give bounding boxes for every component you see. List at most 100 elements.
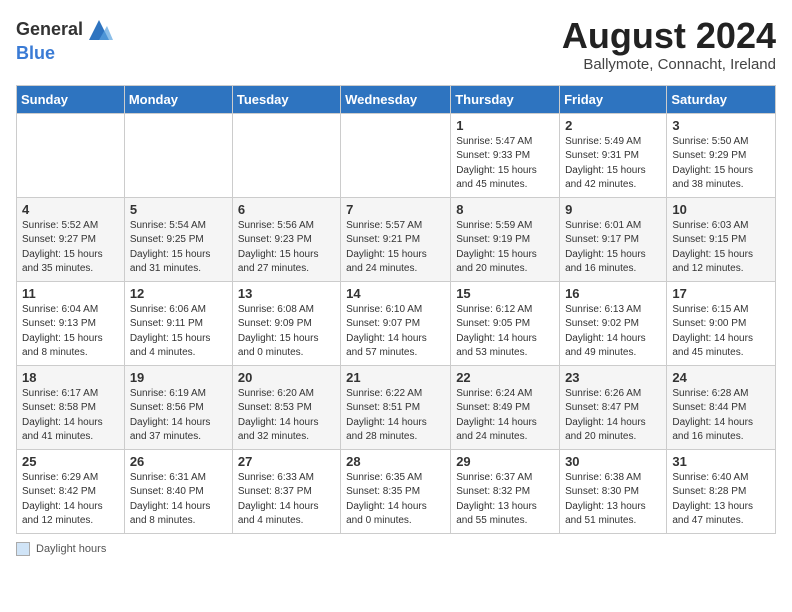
day-number: 12	[130, 286, 227, 301]
day-info: Sunrise: 6:06 AM Sunset: 9:11 PM Dayligh…	[130, 303, 227, 361]
day-number: 21	[346, 370, 445, 385]
day-number: 9	[565, 202, 661, 217]
calendar-week-row: 4 Sunrise: 5:52 AM Sunset: 9:27 PM Daylig…	[17, 197, 776, 281]
logo-general: General	[16, 20, 83, 40]
day-number: 13	[238, 286, 335, 301]
calendar-cell	[124, 113, 232, 197]
day-info: Sunrise: 5:56 AM Sunset: 9:23 PM Dayligh…	[238, 219, 335, 277]
calendar-cell: 7 Sunrise: 5:57 AM Sunset: 9:21 PM Daylig…	[341, 197, 451, 281]
calendar-week-row: 1 Sunrise: 5:47 AM Sunset: 9:33 PM Daylig…	[17, 113, 776, 197]
calendar-cell: 2 Sunrise: 5:49 AM Sunset: 9:31 PM Daylig…	[560, 113, 667, 197]
day-info: Sunrise: 6:19 AM Sunset: 8:56 PM Dayligh…	[130, 387, 227, 445]
calendar-cell: 21 Sunrise: 6:22 AM Sunset: 8:51 PM Dayli…	[341, 365, 451, 449]
calendar-cell: 16Sunrise: 6:13 AM Sunset: 9:02 PM Dayli…	[560, 281, 667, 365]
title-block: August 2024 Ballymote, Connacht, Ireland	[562, 16, 776, 73]
day-info: Sunrise: 6:29 AM Sunset: 8:42 PM Dayligh…	[22, 471, 119, 529]
day-number: 24	[672, 370, 770, 385]
day-info: Sunrise: 5:59 AM Sunset: 9:19 PM Dayligh…	[456, 219, 554, 277]
calendar-cell: 9 Sunrise: 6:01 AM Sunset: 9:17 PM Daylig…	[560, 197, 667, 281]
calendar-cell: 1 Sunrise: 5:47 AM Sunset: 9:33 PM Daylig…	[451, 113, 560, 197]
calendar-cell: 8Sunrise: 5:59 AM Sunset: 9:19 PM Daylig…	[451, 197, 560, 281]
day-info: Sunrise: 5:57 AM Sunset: 9:21 PM Dayligh…	[346, 219, 445, 277]
day-info: Sunrise: 6:17 AM Sunset: 8:58 PM Dayligh…	[22, 387, 119, 445]
day-number: 29	[456, 454, 554, 469]
day-of-week-header: Monday	[124, 85, 232, 113]
day-number: 28	[346, 454, 445, 469]
day-of-week-header: Tuesday	[232, 85, 340, 113]
calendar-cell	[17, 113, 125, 197]
calendar-cell: 4 Sunrise: 5:52 AM Sunset: 9:27 PM Daylig…	[17, 197, 125, 281]
day-number: 1	[456, 118, 554, 133]
calendar-subtitle: Ballymote, Connacht, Ireland	[562, 56, 776, 73]
day-info: Sunrise: 6:22 AM Sunset: 8:51 PM Dayligh…	[346, 387, 445, 445]
day-info: Sunrise: 6:20 AM Sunset: 8:53 PM Dayligh…	[238, 387, 335, 445]
day-number: 19	[130, 370, 227, 385]
day-info: Sunrise: 5:50 AM Sunset: 9:29 PM Dayligh…	[672, 135, 770, 193]
calendar-cell: 26Sunrise: 6:31 AM Sunset: 8:40 PM Dayli…	[124, 449, 232, 533]
day-info: Sunrise: 6:10 AM Sunset: 9:07 PM Dayligh…	[346, 303, 445, 361]
day-number: 2	[565, 118, 661, 133]
footer-label: Daylight hours	[36, 543, 106, 555]
calendar-title: August 2024	[562, 16, 776, 56]
calendar-cell: 6 Sunrise: 5:56 AM Sunset: 9:23 PM Daylig…	[232, 197, 340, 281]
day-number: 17	[672, 286, 770, 301]
day-number: 7	[346, 202, 445, 217]
day-number: 15	[456, 286, 554, 301]
day-info: Sunrise: 5:52 AM Sunset: 9:27 PM Dayligh…	[22, 219, 119, 277]
day-info: Sunrise: 5:49 AM Sunset: 9:31 PM Dayligh…	[565, 135, 661, 193]
day-number: 27	[238, 454, 335, 469]
calendar-cell: 30Sunrise: 6:38 AM Sunset: 8:30 PM Dayli…	[560, 449, 667, 533]
calendar-cell	[232, 113, 340, 197]
calendar-week-row: 18 Sunrise: 6:17 AM Sunset: 8:58 PM Dayli…	[17, 365, 776, 449]
day-info: Sunrise: 5:54 AM Sunset: 9:25 PM Dayligh…	[130, 219, 227, 277]
day-info: Sunrise: 6:33 AM Sunset: 8:37 PM Dayligh…	[238, 471, 335, 529]
day-number: 6	[238, 202, 335, 217]
day-number: 23	[565, 370, 661, 385]
day-number: 16	[565, 286, 661, 301]
day-number: 31	[672, 454, 770, 469]
day-number: 22	[456, 370, 554, 385]
calendar-cell: 19 Sunrise: 6:19 AM Sunset: 8:56 PM Dayli…	[124, 365, 232, 449]
calendar-week-row: 11 Sunrise: 6:04 AM Sunset: 9:13 PM Dayli…	[17, 281, 776, 365]
calendar-cell: 27 Sunrise: 6:33 AM Sunset: 8:37 PM Dayli…	[232, 449, 340, 533]
calendar-cell: 13Sunrise: 6:08 AM Sunset: 9:09 PM Dayli…	[232, 281, 340, 365]
day-number: 18	[22, 370, 119, 385]
day-number: 4	[22, 202, 119, 217]
day-info: Sunrise: 6:26 AM Sunset: 8:47 PM Dayligh…	[565, 387, 661, 445]
calendar-cell: 17 Sunrise: 6:15 AM Sunset: 9:00 PM Dayli…	[667, 281, 776, 365]
day-info: Sunrise: 5:47 AM Sunset: 9:33 PM Dayligh…	[456, 135, 554, 193]
day-number: 10	[672, 202, 770, 217]
day-of-week-header: Friday	[560, 85, 667, 113]
day-of-week-header: Wednesday	[341, 85, 451, 113]
footer: Daylight hours	[16, 542, 776, 556]
calendar-cell	[341, 113, 451, 197]
day-number: 26	[130, 454, 227, 469]
calendar-cell: 29Sunrise: 6:37 AM Sunset: 8:32 PM Dayli…	[451, 449, 560, 533]
calendar-cell: 25 Sunrise: 6:29 AM Sunset: 8:42 PM Dayli…	[17, 449, 125, 533]
calendar-cell: 24 Sunrise: 6:28 AM Sunset: 8:44 PM Dayli…	[667, 365, 776, 449]
calendar-cell: 14Sunrise: 6:10 AM Sunset: 9:07 PM Dayli…	[341, 281, 451, 365]
day-info: Sunrise: 6:40 AM Sunset: 8:28 PM Dayligh…	[672, 471, 770, 529]
calendar-week-row: 25 Sunrise: 6:29 AM Sunset: 8:42 PM Dayli…	[17, 449, 776, 533]
day-number: 11	[22, 286, 119, 301]
day-info: Sunrise: 6:38 AM Sunset: 8:30 PM Dayligh…	[565, 471, 661, 529]
calendar-cell: 15Sunrise: 6:12 AM Sunset: 9:05 PM Dayli…	[451, 281, 560, 365]
day-number: 5	[130, 202, 227, 217]
day-of-week-header: Saturday	[667, 85, 776, 113]
page-header: General Blue August 2024 Ballymote, Conn…	[16, 16, 776, 73]
calendar-cell: 28Sunrise: 6:35 AM Sunset: 8:35 PM Dayli…	[341, 449, 451, 533]
day-of-week-header: Sunday	[17, 85, 125, 113]
day-number: 25	[22, 454, 119, 469]
calendar-header-row: SundayMondayTuesdayWednesdayThursdayFrid…	[17, 85, 776, 113]
day-number: 3	[672, 118, 770, 133]
day-info: Sunrise: 6:04 AM Sunset: 9:13 PM Dayligh…	[22, 303, 119, 361]
day-info: Sunrise: 6:28 AM Sunset: 8:44 PM Dayligh…	[672, 387, 770, 445]
logo: General Blue	[16, 16, 113, 64]
day-info: Sunrise: 6:15 AM Sunset: 9:00 PM Dayligh…	[672, 303, 770, 361]
calendar-table: SundayMondayTuesdayWednesdayThursdayFrid…	[16, 85, 776, 534]
calendar-cell: 31 Sunrise: 6:40 AM Sunset: 8:28 PM Dayli…	[667, 449, 776, 533]
logo-icon	[85, 16, 113, 44]
day-info: Sunrise: 6:24 AM Sunset: 8:49 PM Dayligh…	[456, 387, 554, 445]
day-info: Sunrise: 6:01 AM Sunset: 9:17 PM Dayligh…	[565, 219, 661, 277]
logo-blue: Blue	[16, 44, 113, 64]
